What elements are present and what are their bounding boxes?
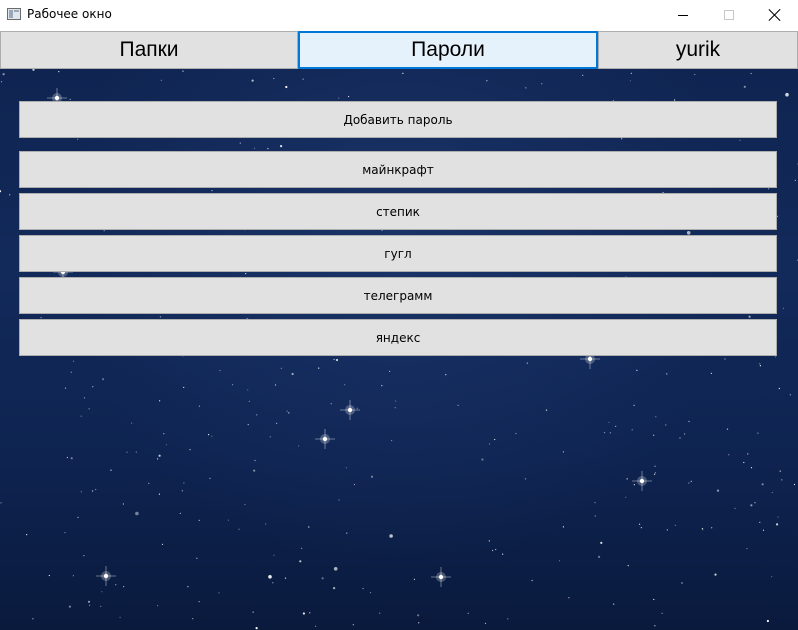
password-item-google[interactable]: гугл (19, 235, 777, 272)
maximize-button[interactable] (706, 0, 752, 30)
password-item-stepik[interactable]: степик (19, 193, 777, 230)
password-item-telegram[interactable]: телеграмм (19, 277, 777, 314)
tab-passwords[interactable]: Пароли (298, 31, 598, 69)
maximize-icon (724, 10, 734, 20)
app-window-icon (7, 8, 21, 20)
close-button[interactable] (752, 0, 798, 30)
starfield-background: Добавить пароль майнкрафт степик гугл те… (0, 69, 798, 630)
password-item-minecraft[interactable]: майнкрафт (19, 151, 777, 188)
tab-folders[interactable]: Папки (0, 31, 298, 69)
password-item-yandex[interactable]: яндекс (19, 319, 777, 356)
window-title: Рабочее окно (27, 7, 112, 21)
close-icon (769, 9, 781, 21)
window-titlebar: Рабочее окно (0, 0, 798, 30)
minimize-button[interactable] (660, 0, 706, 30)
tab-user[interactable]: yurik (598, 31, 798, 69)
add-password-button[interactable]: Добавить пароль (19, 101, 777, 138)
tab-bar: Папки Пароли yurik (0, 31, 798, 69)
minimize-icon (678, 14, 688, 16)
